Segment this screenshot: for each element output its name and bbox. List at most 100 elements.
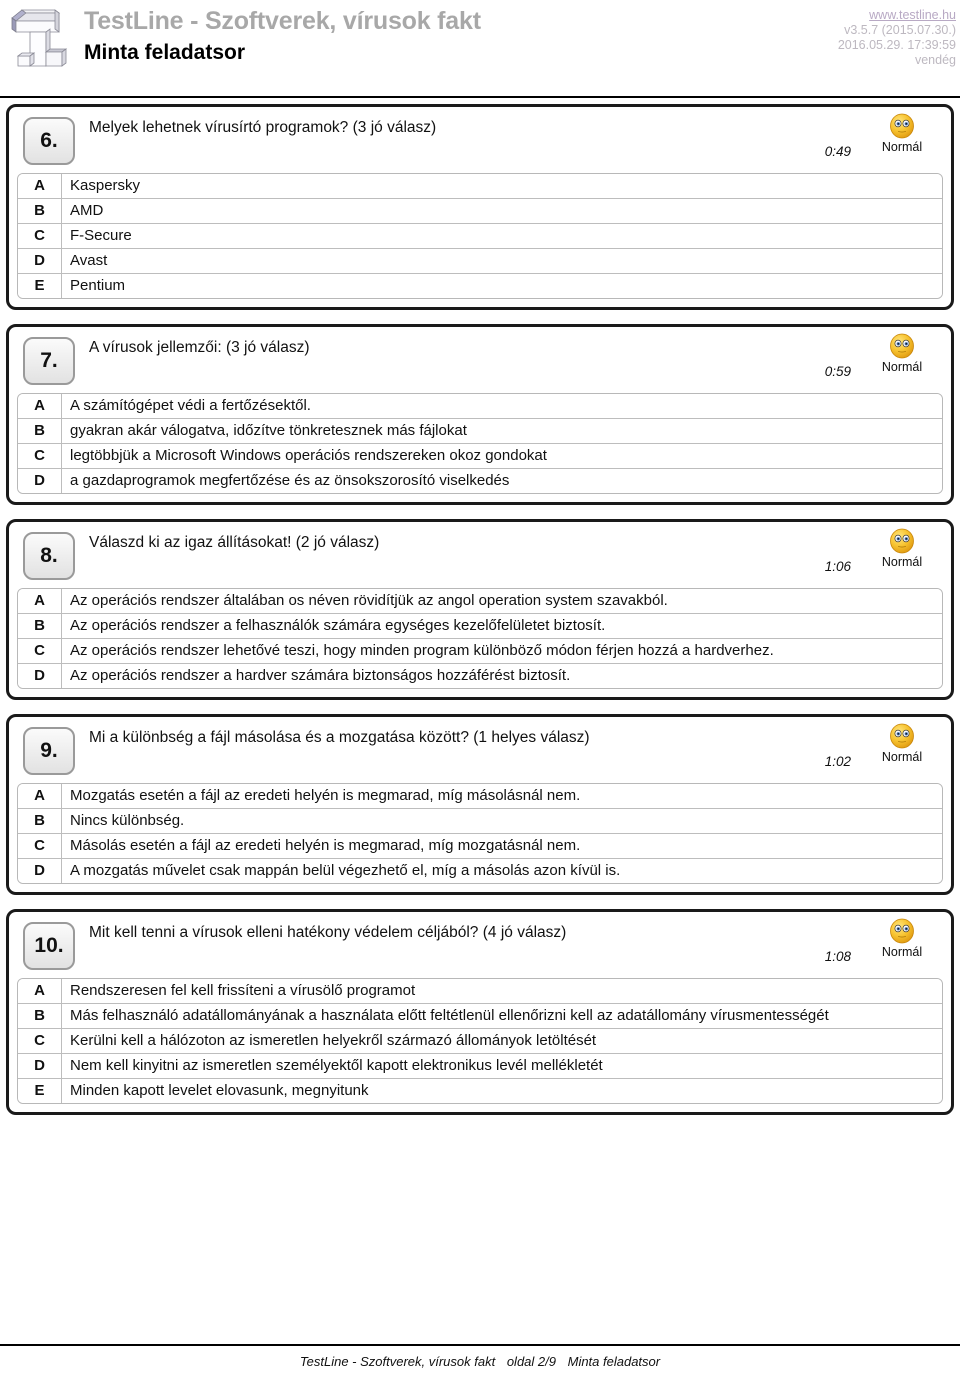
- answer-text: Rendszeresen fel kell frissíteni a vírus…: [70, 982, 416, 999]
- answer-row[interactable]: B Más felhasználó adatállományának a hasz…: [18, 1004, 942, 1029]
- neutral-smiley-icon: [865, 113, 939, 139]
- answer-text: F-Secure: [70, 227, 132, 244]
- answer-letter: C: [18, 639, 62, 663]
- answer-options-table: A A számítógépet védi a fertőzésektől. Bgy…: [17, 393, 943, 494]
- answer-row[interactable]: D Avast: [18, 249, 942, 274]
- answer-row[interactable]: A Mozgatás esetén a fájl az eredeti helyé…: [18, 784, 942, 809]
- answer-text: legtöbbjük a Microsoft Windows operációs…: [70, 447, 547, 464]
- answer-text: Minden kapott levelet elovasunk, megnyit…: [70, 1082, 369, 1099]
- difficulty-label: Normál: [881, 360, 923, 374]
- isometric-t-block-logo-icon: [8, 4, 72, 80]
- user-label: vendég: [914, 53, 956, 67]
- page-footer: TestLine - Szoftverek, vírusok fakt olda…: [0, 1338, 960, 1386]
- answer-row[interactable]: A Az operációs rendszer általában os néve…: [18, 589, 942, 614]
- answer-text: A mozgatás művelet csak mappán belül vég…: [70, 862, 621, 879]
- question-block: 10. Mit kell tenni a vírusok elleni haték…: [6, 909, 954, 1115]
- answer-text: Kerülni kell a hálózoton az ismeretlen h…: [70, 1032, 597, 1049]
- answer-text: Nem kell kinyitni az ismeretlen személye…: [70, 1057, 603, 1074]
- question-header: 7. A vírusok jellemzői: (3 jó válasz) 0:59…: [17, 333, 943, 389]
- question-time: 0:59: [824, 364, 851, 379]
- difficulty-label: Normál: [881, 555, 923, 569]
- answer-row[interactable]: D Az operációs rendszer a hardver számára…: [18, 664, 942, 688]
- document-title: Minta feladatsor: [84, 41, 246, 64]
- answer-row[interactable]: E Minden kapott levelet elovasunk, megnyi…: [18, 1079, 942, 1103]
- answer-row[interactable]: B AMD: [18, 199, 942, 224]
- site-url-link[interactable]: www.testline.hu: [838, 8, 956, 23]
- footer-text: TestLine - Szoftverek, vírusok fakt olda…: [0, 1354, 960, 1369]
- answer-letter: B: [18, 199, 62, 223]
- answer-row[interactable]: E Pentium: [18, 274, 942, 298]
- answer-letter: D: [18, 664, 62, 688]
- question-header: 8. Válaszd ki az igaz állításokat! (2 jó …: [17, 528, 943, 584]
- question-block: 8. Válaszd ki az igaz állításokat! (2 jó …: [6, 519, 954, 700]
- answer-text: Pentium: [70, 277, 126, 294]
- footer-page-label: oldal 2/9: [506, 1354, 556, 1369]
- answer-letter: A: [18, 979, 62, 1003]
- question-block: 9. Mi a különbség a fájl másolása és a mo…: [6, 714, 954, 895]
- answer-text: Avast: [70, 252, 108, 269]
- answer-options-table: A Mozgatás esetén a fájl az eredeti helyé…: [17, 783, 943, 884]
- answer-row[interactable]: Bgyakran akár válogatva, időzítve tönkre…: [18, 419, 942, 444]
- answer-row[interactable]: C Másolás esetén a fájl az eredeti helyén…: [18, 834, 942, 859]
- difficulty-indicator: Normál: [865, 723, 939, 764]
- header-divider: [0, 96, 960, 98]
- answer-row[interactable]: C F-Secure: [18, 224, 942, 249]
- question-time: 1:06: [824, 559, 851, 574]
- difficulty-label: Normál: [881, 140, 923, 154]
- question-text: Mit kell tenni a vírusok elleni hatékony…: [89, 924, 567, 941]
- question-number-badge: 6.: [23, 117, 75, 165]
- answer-row[interactable]: Clegtöbbjük a Microsoft Windows operáció…: [18, 444, 942, 469]
- answer-row[interactable]: A Kaspersky: [18, 174, 942, 199]
- question-time: 1:02: [824, 754, 851, 769]
- answer-row[interactable]: A Rendszeresen fel kell frissíteni a víru…: [18, 979, 942, 1004]
- answer-letter: A: [18, 394, 62, 418]
- difficulty-indicator: Normál: [865, 113, 939, 154]
- answer-row[interactable]: B Az operációs rendszer a felhasználók sz…: [18, 614, 942, 639]
- answer-letter: B: [18, 809, 62, 833]
- answer-row[interactable]: A A számítógépet védi a fertőzésektől.: [18, 394, 942, 419]
- answer-row[interactable]: D Nem kell kinyitni az ismeretlen személy…: [18, 1054, 942, 1079]
- answer-letter: B: [18, 614, 62, 638]
- answer-letter: D: [18, 249, 62, 273]
- answer-row[interactable]: C Kerülni kell a hálózoton az ismeretlen …: [18, 1029, 942, 1054]
- answer-row[interactable]: C Az operációs rendszer lehetővé teszi, h…: [18, 639, 942, 664]
- question-text: A vírusok jellemzői: (3 jó válasz): [89, 339, 310, 356]
- neutral-smiley-icon: [865, 723, 939, 749]
- questions-list: 6. Melyek lehetnek vírusírtó programok? (…: [0, 104, 960, 1129]
- answer-text: gyakran akár válogatva, időzítve tönkret…: [70, 422, 467, 439]
- difficulty-indicator: Normál: [865, 528, 939, 569]
- difficulty-label: Normál: [881, 750, 923, 764]
- question-number-badge: 8.: [23, 532, 75, 580]
- answer-text: Az operációs rendszer általában os néven…: [70, 592, 668, 609]
- answer-row[interactable]: Da gazdaprogramok megfertőzése és az öns…: [18, 469, 942, 493]
- header-titles: TestLine - Szoftverek, vírusok fakt Mint…: [84, 6, 481, 67]
- question-text: Mi a különbség a fájl másolása és a mozg…: [89, 729, 590, 746]
- question-time: 0:49: [824, 144, 851, 159]
- answer-letter: E: [18, 1079, 62, 1103]
- answer-text: Másolás esetén a fájl az eredeti helyén …: [70, 837, 581, 854]
- answer-letter: D: [18, 859, 62, 883]
- answer-text: Nincs különbség.: [70, 812, 185, 829]
- answer-row[interactable]: B Nincs különbség.: [18, 809, 942, 834]
- answer-text: Az operációs rendszer a hardver számára …: [70, 667, 571, 684]
- question-block: 6. Melyek lehetnek vírusírtó programok? (…: [6, 104, 954, 310]
- question-text: Válaszd ki az igaz állításokat! (2 jó vá…: [89, 534, 380, 551]
- answer-letter: C: [18, 444, 62, 468]
- answer-row[interactable]: D A mozgatás művelet csak mappán belül vé…: [18, 859, 942, 883]
- answer-letter: D: [18, 1054, 62, 1078]
- answer-letter: A: [18, 589, 62, 613]
- question-number-badge: 10.: [23, 922, 75, 970]
- answer-text: A számítógépet védi a fertőzésektől.: [70, 397, 311, 414]
- answer-letter: C: [18, 1029, 62, 1053]
- answer-text: Az operációs rendszer a felhasználók szá…: [70, 617, 606, 634]
- answer-letter: C: [18, 834, 62, 858]
- answer-letter: D: [18, 469, 62, 493]
- footer-right-label: Minta feladatsor: [567, 1354, 661, 1369]
- answer-letter: B: [18, 419, 62, 443]
- timestamp-label: 2016.05.29. 17:39:59: [837, 38, 956, 52]
- footer-divider: [0, 1344, 960, 1346]
- question-header: 10. Mit kell tenni a vírusok elleni haték…: [17, 918, 943, 974]
- answer-letter: C: [18, 224, 62, 248]
- neutral-smiley-icon: [865, 918, 939, 944]
- answer-text: AMD: [70, 202, 104, 219]
